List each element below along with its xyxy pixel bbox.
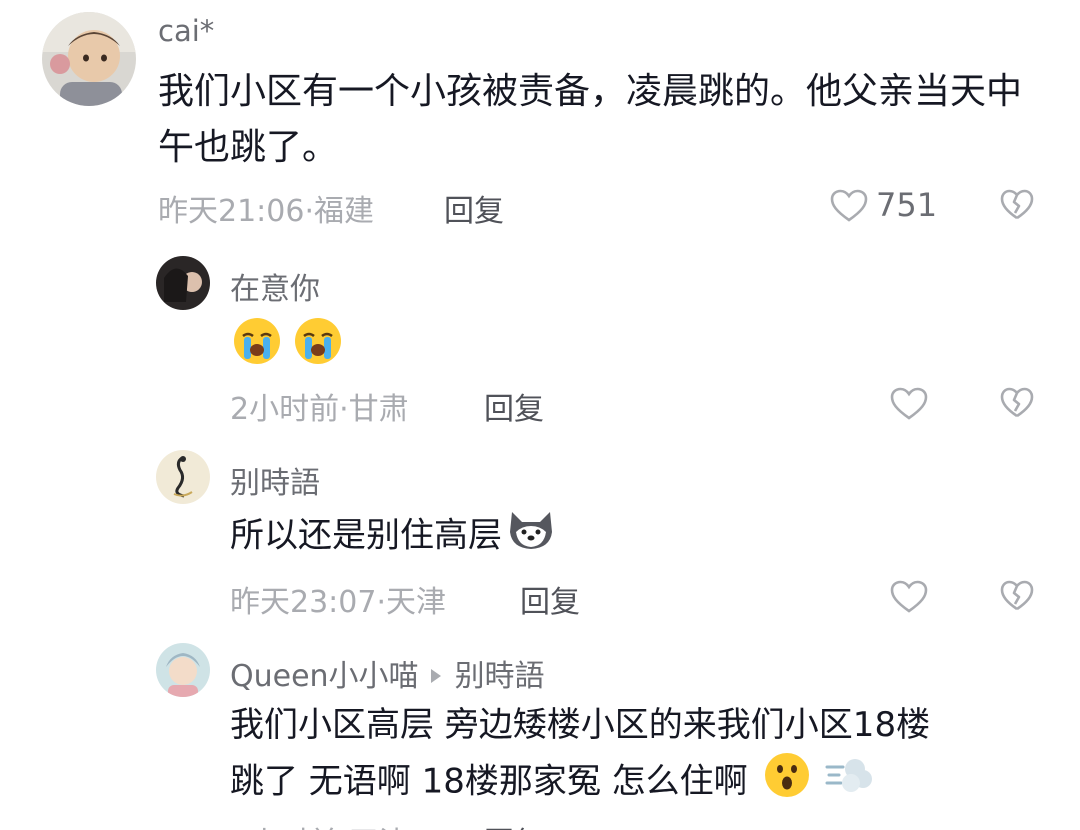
comment-text-row: 所以还是别住高层 — [230, 506, 556, 568]
broken-heart-icon[interactable] — [1000, 189, 1034, 221]
reply-item: Queen小小喵 别時語 我们小区高层 旁边矮楼小区的来我们小区18楼 跳了 无语… — [0, 635, 1080, 830]
comment-text: 我们小区有一个小孩被责备，凌晨跳的。他父亲当天中午也跳了。 — [158, 71, 1023, 168]
like-count: 751 — [876, 186, 938, 224]
broken-heart-icon[interactable] — [1000, 580, 1034, 612]
doge-icon — [506, 506, 556, 568]
reply-arrow-icon — [430, 668, 441, 683]
dash-icon — [825, 753, 875, 813]
reply-button[interactable]: 回复 — [444, 186, 504, 230]
avatar[interactable] — [156, 450, 210, 504]
comment-time-location: 昨天23:07·天津 — [230, 585, 446, 620]
username-row: Queen小小喵 别時語 — [230, 651, 545, 695]
username[interactable]: 别時語 — [230, 458, 320, 502]
username[interactable]: Queen小小喵 — [230, 659, 419, 694]
comment-item: cai* 我们小区有一个小孩被责备，凌晨跳的。他父亲当天中午也跳了。 昨天21:… — [0, 0, 1080, 240]
avatar[interactable] — [42, 12, 136, 106]
comment-time-location: 2小时前·天津 — [230, 818, 409, 830]
crying-face-icon — [293, 316, 343, 370]
reply-button[interactable]: 回复 — [484, 818, 544, 830]
comment-text: 所以还是别住高层 — [230, 515, 502, 556]
heart-icon[interactable] — [890, 580, 928, 614]
reply-item: 别時語 所以还是别住高层 昨天23:07·天津 回复 — [0, 440, 1080, 635]
reply-to-username[interactable]: 别時語 — [455, 659, 545, 694]
username[interactable]: 在意你 — [230, 264, 320, 308]
crying-face-icon — [232, 316, 282, 370]
partial-meta-row: 2小时前·天津 回复 — [0, 818, 1080, 830]
avatar[interactable] — [156, 256, 210, 310]
reply-button[interactable]: 回复 — [484, 384, 544, 428]
comment-time-location: 2小时前·甘肃 — [230, 392, 409, 427]
surprised-face-icon — [763, 751, 811, 815]
reply-button[interactable]: 回复 — [520, 577, 580, 621]
comment-time-location: 昨天21:06·福建 — [158, 194, 374, 229]
heart-icon[interactable] — [890, 387, 928, 421]
comment-text: 跳了 无语啊 18楼那家冤 怎么住啊 — [230, 761, 748, 802]
reply-item: 在意你 2小时前·甘肃 回复 — [0, 240, 1080, 440]
avatar[interactable] — [156, 643, 210, 697]
comment-text: 我们小区高层 旁边矮楼小区的来我们小区18楼 — [230, 705, 931, 745]
username[interactable]: cai* — [158, 14, 214, 48]
broken-heart-icon[interactable] — [1000, 387, 1034, 419]
heart-icon[interactable] — [830, 189, 868, 223]
comment-text-row: 跳了 无语啊 18楼那家冤 怎么住啊 — [230, 751, 875, 815]
emoji-row — [232, 316, 343, 370]
